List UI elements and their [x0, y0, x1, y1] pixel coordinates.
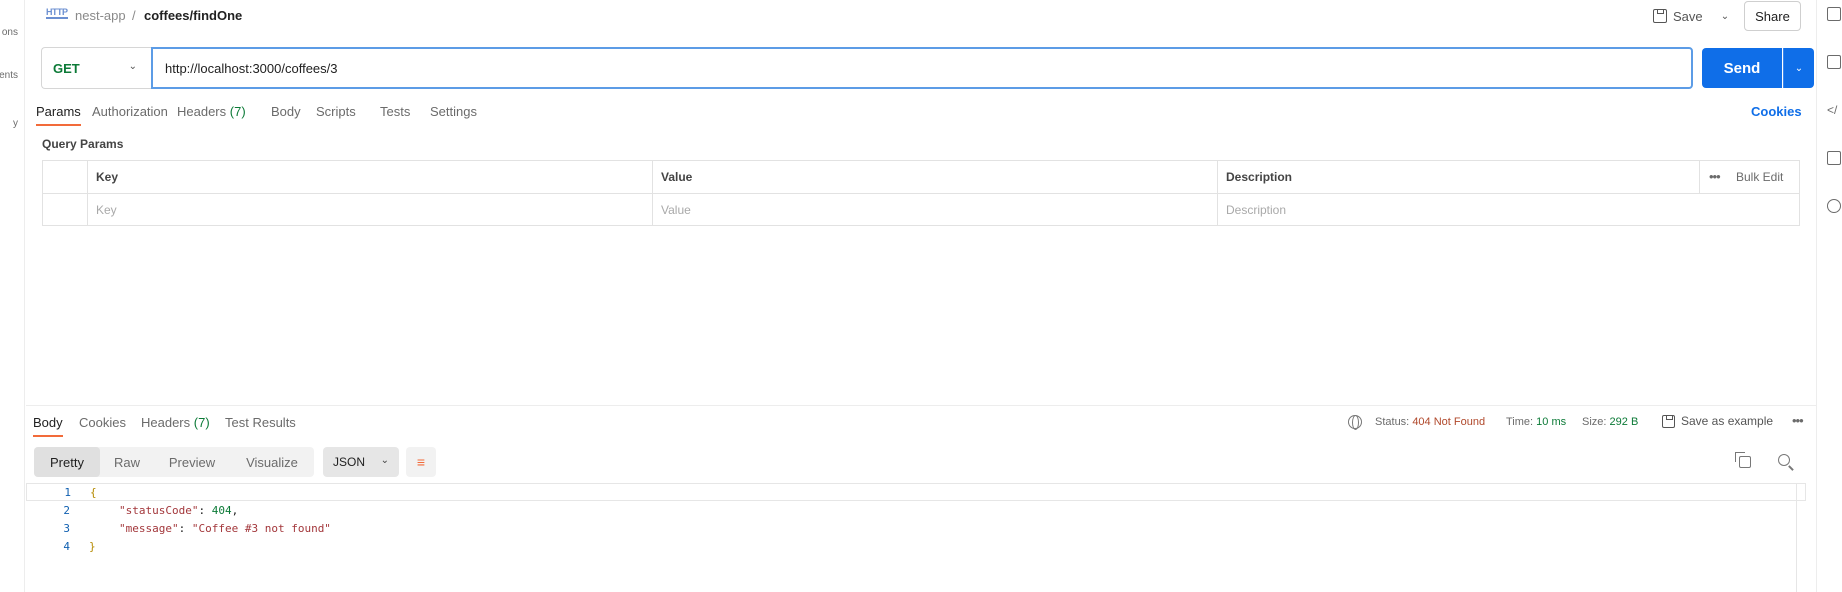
code-line: 4 }	[26, 537, 1806, 555]
http-request-icon: HTTP	[46, 7, 68, 19]
tab-body[interactable]: Body	[271, 104, 301, 119]
sidebar-item-history[interactable]: y	[13, 118, 18, 129]
column-header-key: Key	[96, 170, 119, 184]
share-button[interactable]: Share	[1744, 1, 1801, 31]
more-options-icon[interactable]: •••	[1709, 169, 1721, 184]
save-dropdown-chevron-icon[interactable]: ⌄	[1717, 8, 1733, 24]
send-button[interactable]: Send	[1702, 48, 1782, 88]
column-header-description: Description	[1226, 170, 1293, 184]
left-sidebar: ons ents y	[0, 0, 25, 592]
view-pretty[interactable]: Pretty	[34, 447, 100, 477]
view-raw[interactable]: Raw	[100, 447, 154, 477]
code-text: "statusCode": 404,	[119, 503, 239, 517]
globe-icon[interactable]	[1348, 415, 1362, 430]
format-select[interactable]: JSON ⌄	[323, 447, 399, 477]
time-info[interactable]: Time: 10 ms	[1506, 416, 1566, 428]
value-input[interactable]: Value	[653, 194, 1217, 226]
code-line: 2 "statusCode": 404,	[26, 501, 1806, 519]
more-options-icon[interactable]: •••	[1792, 413, 1804, 428]
related-icon[interactable]	[1827, 151, 1841, 165]
save-as-example-label: Save as example	[1681, 414, 1774, 428]
breadcrumb-collection[interactable]: nest-app	[75, 8, 126, 23]
line-number: 1	[64, 485, 71, 499]
method-select[interactable]: GET ⌄	[41, 47, 151, 89]
code-text: }	[89, 539, 96, 553]
code-icon[interactable]: </	[1827, 103, 1841, 117]
tab-scripts[interactable]: Scripts	[316, 104, 356, 119]
size-info[interactable]: Size: 292 B	[1582, 416, 1638, 428]
sidebar-item-environments[interactable]: ents	[0, 70, 18, 81]
request-header: HTTP nest-app / coffees/findOne Save ⌄ S…	[26, 0, 1816, 32]
format-label: JSON	[333, 455, 366, 469]
response-body-editor[interactable]: 1 { 2 "statusCode": 404, 3 "message": "C…	[26, 483, 1816, 583]
right-sidebar: </	[1816, 0, 1842, 592]
tab-tests[interactable]: Tests	[380, 104, 410, 119]
tab-params[interactable]: Params	[36, 104, 81, 126]
view-visualize[interactable]: Visualize	[230, 447, 314, 477]
info-icon[interactable]	[1827, 199, 1841, 213]
editor-scrollbar[interactable]	[1796, 483, 1808, 592]
line-number: 2	[63, 503, 70, 517]
wrap-lines-icon[interactable]: ≡	[406, 447, 436, 477]
key-input[interactable]: Key	[88, 194, 652, 226]
sidebar-item-collections[interactable]: ons	[2, 27, 18, 38]
bulk-edit-button[interactable]: Bulk Edit	[1736, 161, 1783, 193]
column-divider	[1699, 161, 1700, 193]
tab-settings[interactable]: Settings	[430, 104, 477, 119]
request-workspace: HTTP nest-app / coffees/findOne Save ⌄ S…	[26, 0, 1816, 592]
docs-icon[interactable]	[1827, 7, 1841, 21]
query-params-table: Key Value Description ••• Bulk Edit Key …	[42, 160, 1800, 226]
column-header-value: Value	[661, 170, 693, 184]
breadcrumb-separator: /	[132, 8, 136, 23]
save-as-example-button[interactable]: Save as example	[1662, 414, 1773, 428]
code-line: 1 {	[26, 483, 1806, 501]
code-text: {	[90, 485, 97, 499]
save-label: Save	[1673, 8, 1703, 24]
query-params-title: Query Params	[42, 137, 124, 151]
view-preview[interactable]: Preview	[154, 447, 230, 477]
response-tab-test-results[interactable]: Test Results	[225, 415, 296, 430]
view-mode-selector: Pretty Raw Preview Visualize	[34, 447, 314, 477]
save-icon	[1653, 9, 1667, 23]
save-icon	[1662, 414, 1675, 428]
cookies-link[interactable]: Cookies	[1751, 104, 1802, 119]
line-number: 3	[63, 521, 70, 535]
line-number: 4	[63, 539, 70, 553]
response-divider[interactable]	[26, 405, 1816, 406]
url-input[interactable]	[151, 47, 1693, 89]
code-line: 3 "message": "Coffee #3 not found"	[26, 519, 1806, 537]
send-dropdown-chevron-icon[interactable]: ⌄	[1783, 48, 1814, 88]
method-label: GET	[53, 60, 80, 76]
chevron-down-icon: ⌄	[128, 61, 137, 72]
tab-headers[interactable]: Headers (7)	[177, 104, 246, 119]
tab-authorization[interactable]: Authorization	[92, 104, 168, 119]
response-tab-body[interactable]: Body	[33, 415, 63, 437]
status-info[interactable]: Status: 404 Not Found	[1375, 416, 1485, 428]
chevron-down-icon: ⌄	[380, 455, 389, 466]
response-tab-headers[interactable]: Headers (7)	[141, 415, 210, 430]
copy-icon[interactable]	[1735, 452, 1751, 468]
response-tab-cookies[interactable]: Cookies	[79, 415, 126, 430]
request-name[interactable]: coffees/findOne	[144, 8, 242, 23]
search-icon[interactable]	[1778, 454, 1790, 466]
code-text: "message": "Coffee #3 not found"	[119, 521, 331, 535]
save-button[interactable]: Save	[1653, 3, 1703, 29]
description-input[interactable]: Description	[1218, 194, 1798, 226]
comments-icon[interactable]	[1827, 55, 1841, 69]
